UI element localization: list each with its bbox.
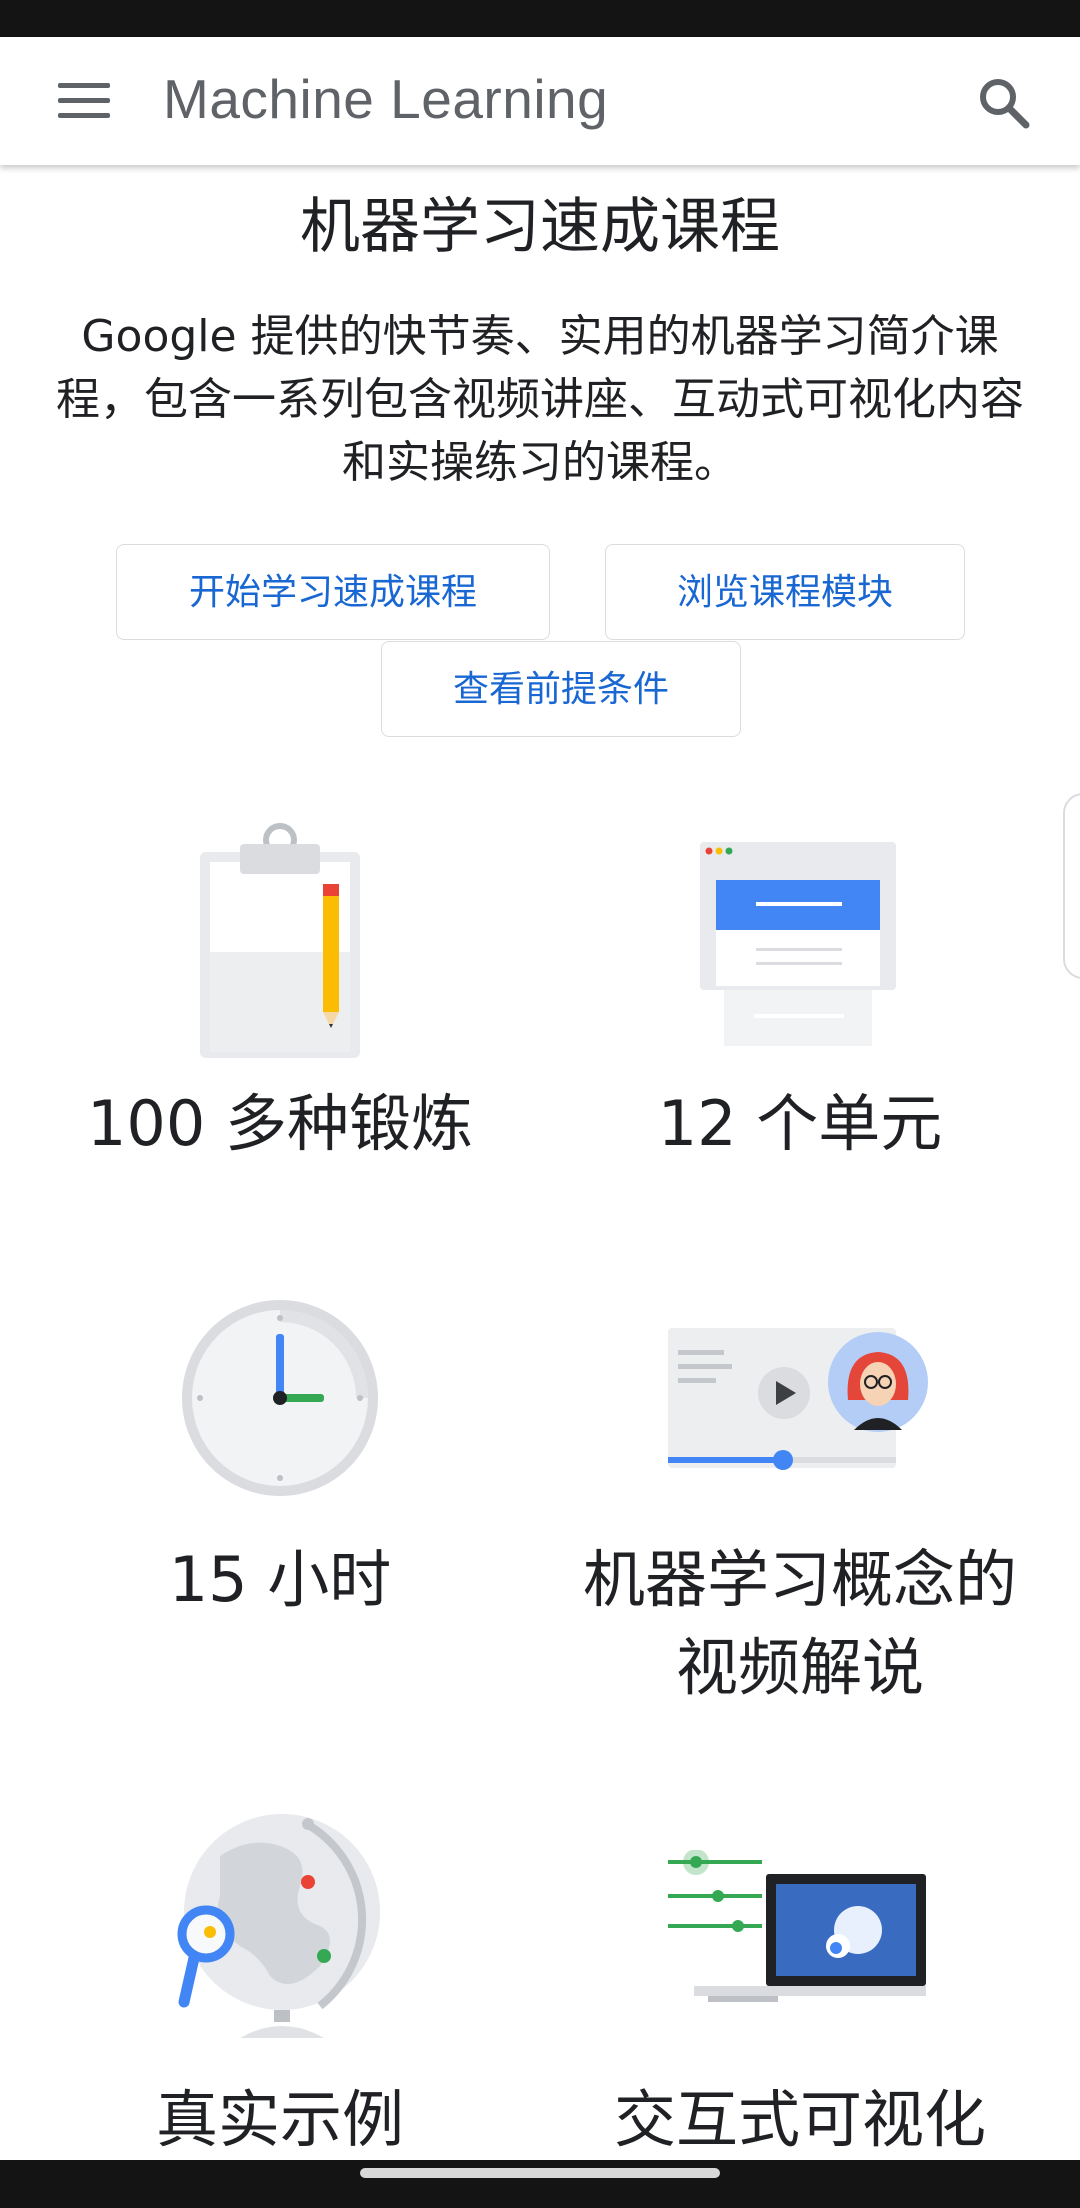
feature-label-exercises: 100 多种锻炼 [86, 1087, 474, 1160]
feature-label-units: 12 个单元 [657, 1087, 943, 1160]
search-icon[interactable] [976, 75, 1032, 131]
view-prerequisites-button[interactable]: 查看前提条件 [381, 641, 741, 737]
home-gesture-pill[interactable] [360, 2168, 720, 2178]
clipboard-pencil-icon [200, 823, 360, 1058]
app-title: Machine Learning [163, 68, 609, 130]
globe-magnifier-icon [177, 1814, 380, 2038]
feature-label-hours: 15 小时 [168, 1543, 392, 1616]
feature-label-videos: 机器学习概念的视频解说 [582, 1543, 1017, 1704]
side-drawer-handle[interactable] [1063, 793, 1080, 979]
app-bar: Machine Learning [0, 37, 1080, 165]
feature-label-examples: 真实示例 [155, 2083, 404, 2156]
sliders-monitor-icon [668, 1850, 926, 2002]
video-player-icon [668, 1328, 928, 1470]
clock-icon [182, 1300, 378, 1496]
browser-window-icon [700, 842, 896, 1046]
start-course-button[interactable]: 开始学习速成课程 [116, 544, 550, 640]
menu-icon[interactable] [58, 83, 110, 119]
feature-label-visualization: 交互式可视化 [613, 2083, 986, 2156]
page-description: Google 提供的快节奏、实用的机器学习简介课程，包含一系列包含视频讲座、互动… [56, 311, 1024, 488]
status-bar [0, 0, 1080, 37]
page-title: 机器学习速成课程 [300, 192, 780, 262]
browse-modules-button[interactable]: 浏览课程模块 [605, 544, 965, 640]
